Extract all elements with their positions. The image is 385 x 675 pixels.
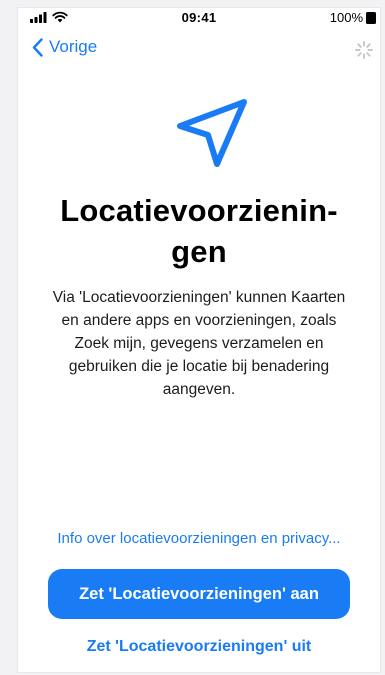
status-right: 100% bbox=[330, 10, 376, 25]
activity-spinner-icon bbox=[355, 41, 373, 59]
back-button[interactable]: Vorige bbox=[32, 37, 97, 57]
description-line-5: aangeven. bbox=[162, 381, 236, 398]
status-bar: 09:41 100% bbox=[18, 8, 380, 26]
navigation-bar: Vorige bbox=[18, 32, 380, 66]
back-button-label: Vorige bbox=[49, 37, 98, 56]
enable-location-services-button[interactable]: Zet 'Locatievoorzieningen' aan bbox=[48, 569, 350, 619]
description-line-3: Zoek mijn, gevegens verzamelen en bbox=[74, 335, 324, 352]
page-title-line-2: gen bbox=[171, 234, 227, 269]
setup-screen: 09:41 100% Vorige Locatievoorzienin- gen… bbox=[18, 8, 380, 672]
privacy-info-link[interactable]: Info over locatievoorzieningen en privac… bbox=[18, 530, 380, 547]
description-line-1: Via 'Locatievoorzieningen' kunnen Kaarte… bbox=[52, 289, 346, 306]
location-arrow-icon bbox=[177, 99, 247, 167]
disable-location-services-button[interactable]: Zet 'Locatievoorzieningen' uit bbox=[18, 638, 380, 656]
battery-icon bbox=[366, 11, 376, 24]
battery-percentage: 100% bbox=[329, 10, 363, 25]
status-time: 09:41 bbox=[181, 10, 217, 25]
description-line-4: gebruiken die je locatie bij benadering bbox=[68, 358, 330, 375]
page-title: Locatievoorzienin- gen bbox=[38, 190, 360, 272]
description-text: Via 'Locatievoorzieningen' kunnen Kaarte… bbox=[40, 286, 358, 401]
description-line-2: en andere apps en voorzieningen, zoals bbox=[61, 312, 337, 329]
page-title-line-1: Locatievoorzienin- bbox=[60, 193, 338, 228]
enable-location-services-label: Zet 'Locatievoorzieningen' aan bbox=[79, 584, 319, 603]
chevron-left-icon bbox=[32, 37, 43, 57]
